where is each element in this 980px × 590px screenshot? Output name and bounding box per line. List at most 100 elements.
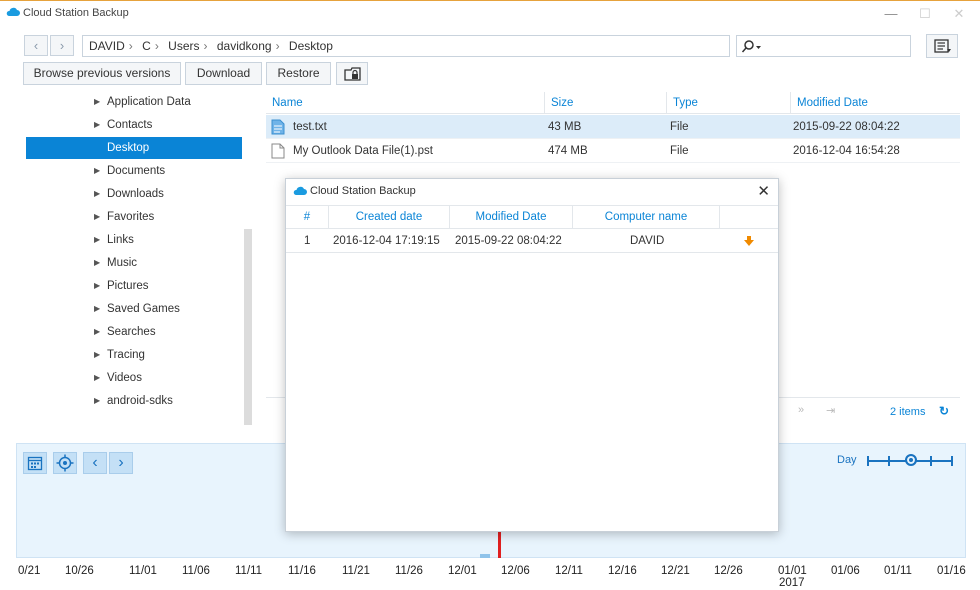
expand-arrow-icon[interactable]: ▶ (94, 114, 100, 136)
crosshair-icon (56, 454, 74, 472)
expand-arrow-icon[interactable]: ▶ (94, 298, 100, 320)
file-list-view-button[interactable] (926, 34, 958, 58)
locate-current-button[interactable] (53, 452, 77, 474)
file-size: 474 MB (548, 145, 588, 157)
slider-tick (867, 456, 869, 466)
file-row[interactable]: test.txt 43 MB File 2015-09-22 08:04:22 (266, 115, 960, 139)
maximize-button[interactable]: ☐ (910, 5, 940, 23)
tree-item-videos[interactable]: ▶ Videos (26, 367, 242, 389)
zoom-level-label: Day (837, 454, 857, 466)
refresh-icon[interactable]: ↻ (939, 404, 949, 418)
backup-version-marker[interactable] (480, 554, 490, 558)
version-number: 1 (304, 235, 311, 247)
breadcrumb-item[interactable]: davidkong (217, 39, 272, 53)
timeline-date-label: 11/16 (288, 565, 316, 577)
timeline-year-label: 2017 (779, 577, 805, 589)
close-button[interactable]: ✕ (944, 5, 974, 23)
zoom-slider[interactable] (867, 454, 953, 466)
forward-button[interactable]: › (50, 35, 74, 56)
tree-item-links[interactable]: ▶ Links (26, 229, 242, 251)
cloud-station-logo-icon (6, 7, 20, 16)
tree-item-downloads[interactable]: ▶ Downloads (26, 183, 242, 205)
chevron-right-icon: › (118, 454, 124, 471)
timeline-date-label: 12/26 (714, 565, 743, 577)
expand-arrow-icon[interactable]: ▶ (94, 344, 100, 366)
tree-item-saved-games[interactable]: ▶ Saved Games (26, 298, 242, 320)
timeline-date-label: 12/01 (448, 565, 477, 577)
browse-previous-versions-button[interactable]: Browse previous versions (23, 62, 181, 85)
file-icon (271, 143, 285, 159)
file-row[interactable]: My Outlook Data File(1).pst 474 MB File … (266, 139, 960, 163)
tree-item-contacts[interactable]: ▶ Contacts (26, 114, 242, 136)
tree-item-application-data[interactable]: ▶ Application Data (26, 91, 242, 113)
tree-item-pictures[interactable]: ▶ Pictures (26, 275, 242, 297)
tree-item-music[interactable]: ▶ Music (26, 252, 242, 274)
expand-arrow-icon[interactable]: ▶ (94, 390, 100, 412)
chevron-right-icon: › (59, 38, 65, 53)
version-list-dialog: Cloud Station Backup ✕ # Created date Mo… (285, 178, 779, 532)
breadcrumb-item[interactable]: DAVID (89, 39, 125, 53)
next-page-icon[interactable]: » (798, 404, 804, 416)
file-name: My Outlook Data File(1).pst (293, 145, 433, 157)
tree-item-tracing[interactable]: ▶ Tracing (26, 344, 242, 366)
version-table-header: # Created date Modified Date Computer na… (286, 205, 778, 229)
expand-arrow-icon[interactable]: ▶ (94, 252, 100, 274)
timeline-date-label: 12/16 (608, 565, 637, 577)
folder-tree: ▶ Application Data ▶ Contacts Desktop ▶ Doc… (26, 90, 252, 425)
timeline-date-label: 10/26 (65, 565, 94, 577)
breadcrumb-item[interactable]: Desktop (289, 39, 333, 53)
column-header-size[interactable]: Size (544, 92, 666, 114)
breadcrumb-item[interactable]: Users (168, 39, 199, 53)
tree-item-android-sdks[interactable]: ▶ android-sdks (26, 390, 242, 412)
tree-item-favorites[interactable]: ▶ Favorites (26, 206, 242, 228)
breadcrumb[interactable]: DAVID › C › Users › davidkong › Desktop (82, 35, 730, 57)
tree-item-searches[interactable]: ▶ Searches (26, 321, 242, 343)
timeline-date-label: 01/16 (937, 565, 966, 577)
tree-item-documents[interactable]: ▶ Documents (26, 160, 242, 182)
column-header-name[interactable]: Name (266, 92, 544, 114)
expand-arrow-icon[interactable]: ▶ (94, 229, 100, 251)
timeline-date-label: 0/21 (18, 565, 41, 577)
minimize-button[interactable]: — (876, 5, 906, 23)
column-header-number[interactable]: # (286, 206, 329, 228)
search-input[interactable] (736, 35, 911, 57)
column-header-modified-date[interactable]: Modified Date (450, 206, 573, 228)
download-arrow-icon[interactable] (743, 235, 755, 247)
chevron-left-icon: ‹ (33, 38, 39, 53)
timeline-date-label: 11/21 (342, 565, 370, 577)
calendar-icon (27, 456, 43, 471)
tree-item-desktop[interactable]: Desktop (26, 137, 242, 159)
expand-arrow-icon[interactable]: ▶ (94, 206, 100, 228)
close-icon[interactable]: ✕ (757, 182, 770, 200)
last-page-icon[interactable]: ⇥ (826, 404, 835, 417)
timeline-next-button[interactable]: › (109, 452, 133, 474)
timeline-date-label: 11/01 (129, 565, 157, 577)
tree-scrollbar[interactable] (244, 229, 252, 425)
expand-arrow-icon[interactable]: ▶ (94, 275, 100, 297)
expand-arrow-icon[interactable]: ▶ (94, 183, 100, 205)
column-header-computer-name[interactable]: Computer name (573, 206, 720, 228)
expand-arrow-icon[interactable]: ▶ (94, 321, 100, 343)
column-header-modified-date[interactable]: Modified Date (790, 92, 960, 114)
timeline-date-label: 12/21 (661, 565, 690, 577)
timeline-prev-button[interactable]: ‹ (83, 452, 107, 474)
calendar-button[interactable] (23, 452, 47, 474)
column-header-type[interactable]: Type (666, 92, 790, 114)
restore-button[interactable]: Restore (266, 62, 331, 85)
back-button[interactable]: ‹ (24, 35, 48, 56)
breadcrumb-item[interactable]: C (142, 39, 151, 53)
expand-arrow-icon[interactable]: ▶ (94, 160, 100, 182)
expand-arrow-icon[interactable]: ▶ (94, 91, 100, 113)
restore-settings-button[interactable] (336, 62, 368, 85)
file-size: 43 MB (548, 121, 582, 133)
search-icon[interactable] (741, 40, 763, 54)
download-button[interactable]: Download (185, 62, 262, 85)
column-header-created-date[interactable]: Created date (329, 206, 450, 228)
expand-arrow-icon[interactable]: ▶ (94, 367, 100, 389)
zoom-slider-handle[interactable] (905, 454, 917, 466)
timeline-date-label: 11/26 (395, 565, 423, 577)
file-modified: 2015-09-22 08:04:22 (793, 121, 900, 133)
list-view-icon (934, 39, 951, 53)
item-count: 2 items (890, 406, 926, 418)
version-row[interactable]: 1 2016-12-04 17:19:15 2015-09-22 08:04:2… (286, 229, 778, 253)
